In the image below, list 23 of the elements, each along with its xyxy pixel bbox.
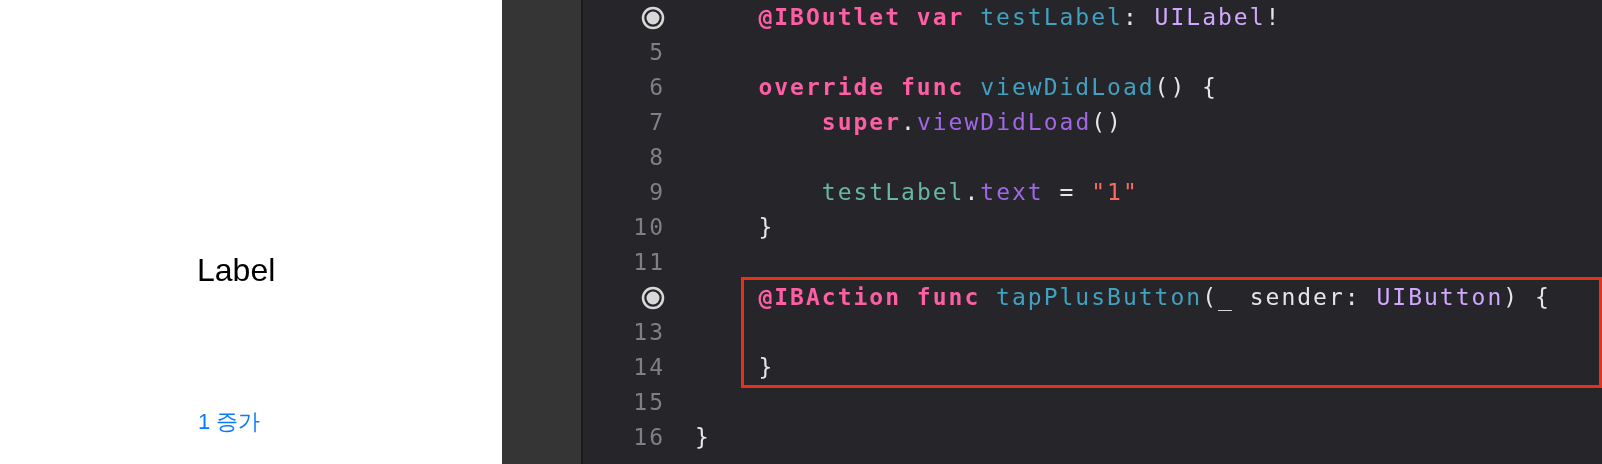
code-line: } bbox=[695, 423, 711, 453]
line-number: 14 bbox=[633, 353, 665, 383]
line-number: 6 bbox=[649, 73, 665, 103]
code-line: super.viewDidLoad() bbox=[821, 108, 1123, 138]
connection-dot-icon[interactable] bbox=[641, 5, 665, 30]
code-line: testLabel.text = "1" bbox=[821, 178, 1139, 208]
line-number: 16 bbox=[633, 423, 665, 453]
connection-dot-icon[interactable] bbox=[641, 285, 665, 310]
line-number: 15 bbox=[633, 388, 665, 418]
code-line: override func viewDidLoad() { bbox=[758, 73, 1218, 103]
increment-button[interactable]: 1 증가 bbox=[198, 405, 261, 438]
code-line: @IBOutlet var testLabel: UILabel! bbox=[758, 3, 1282, 33]
line-number: 11 bbox=[633, 248, 665, 278]
line-number: 5 bbox=[649, 38, 665, 68]
code-line: } bbox=[758, 213, 775, 243]
label-text: Label bbox=[197, 251, 276, 290]
line-number: 13 bbox=[633, 318, 665, 348]
line-number: 8 bbox=[649, 143, 665, 173]
code-line: @IBAction func tapPlusButton(_ sender: UIButton) { bbox=[758, 283, 1551, 313]
code-line: } bbox=[758, 353, 775, 383]
line-number: 7 bbox=[649, 108, 665, 138]
line-number: 9 bbox=[649, 178, 665, 208]
line-number: 10 bbox=[633, 213, 665, 243]
